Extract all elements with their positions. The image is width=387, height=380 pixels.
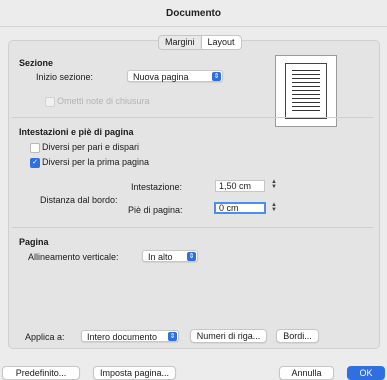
preview-line (292, 74, 320, 75)
section-start-value: Nuova pagina (133, 72, 189, 82)
odd-even-label: Diversi per pari e dispari (42, 142, 140, 152)
odd-even-checkbox[interactable] (30, 143, 40, 153)
preview-line (292, 82, 320, 83)
default-button[interactable]: Predefinito... (2, 366, 80, 380)
header-distance-field[interactable]: 1,50 cm (215, 180, 265, 192)
tab-layout[interactable]: Layout (200, 36, 241, 49)
line-numbers-button[interactable]: Numeri di riga... (190, 329, 267, 343)
apply-to-value: Intero documento (87, 332, 158, 342)
page-setup-button[interactable]: Imposta pagina... (93, 366, 176, 380)
section-start-label: Inizio sezione: (36, 72, 94, 82)
footer-stepper-icon[interactable]: ▲ ▼ (271, 202, 277, 214)
preview-line (292, 78, 320, 79)
separator (12, 117, 374, 118)
footer-distance-field[interactable]: 0 cm (214, 202, 266, 214)
preview-line (292, 90, 320, 91)
vertical-alignment-popup[interactable]: In alto ⇕ (142, 250, 198, 262)
chevron-updown-icon: ⇕ (212, 72, 221, 81)
chevron-updown-icon: ⇕ (168, 332, 177, 341)
ok-button[interactable]: OK (347, 366, 385, 380)
preview-line (292, 70, 320, 71)
footer-label: Piè di pagina: (128, 205, 183, 215)
first-page-checkbox[interactable]: ✓ (30, 158, 40, 168)
preview-line (292, 94, 320, 95)
preview-line (292, 102, 320, 103)
title-bar: Documento (0, 0, 387, 27)
apply-to-popup[interactable]: Intero documento ⇕ (81, 330, 179, 342)
header-stepper-icon[interactable]: ▲ ▼ (271, 179, 277, 191)
checkmark-icon: ✓ (32, 159, 38, 166)
vertical-alignment-label: Allineamento verticale: (28, 252, 119, 262)
headers-footers-heading: Intestazioni e piè di pagina (19, 127, 134, 137)
tab-control: Margini Layout (158, 35, 242, 50)
preview-page-icon (285, 63, 327, 119)
preview-line (292, 106, 320, 107)
preview-line (292, 86, 320, 87)
borders-button[interactable]: Bordi... (276, 329, 319, 343)
distance-label: Distanza dal bordo: (40, 195, 118, 205)
suppress-endnotes-label: Ometti note di chiusura (57, 96, 150, 106)
header-label: Intestazione: (131, 182, 183, 192)
section-start-popup[interactable]: Nuova pagina ⇕ (127, 70, 223, 82)
apply-to-label: Applica a: (25, 332, 65, 342)
separator (12, 227, 374, 228)
preview-line (292, 110, 320, 111)
cancel-button[interactable]: Annulla (279, 366, 334, 380)
tab-margini[interactable]: Margini (159, 36, 201, 49)
suppress-endnotes-checkbox[interactable] (45, 97, 55, 107)
page-heading: Pagina (19, 237, 49, 247)
preview-line (292, 98, 320, 99)
vertical-alignment-value: In alto (148, 252, 173, 262)
first-page-label: Diversi per la prima pagina (42, 157, 150, 167)
chevron-updown-icon: ⇕ (187, 252, 196, 261)
window-title: Documento (166, 8, 221, 19)
section-heading: Sezione (19, 58, 54, 68)
